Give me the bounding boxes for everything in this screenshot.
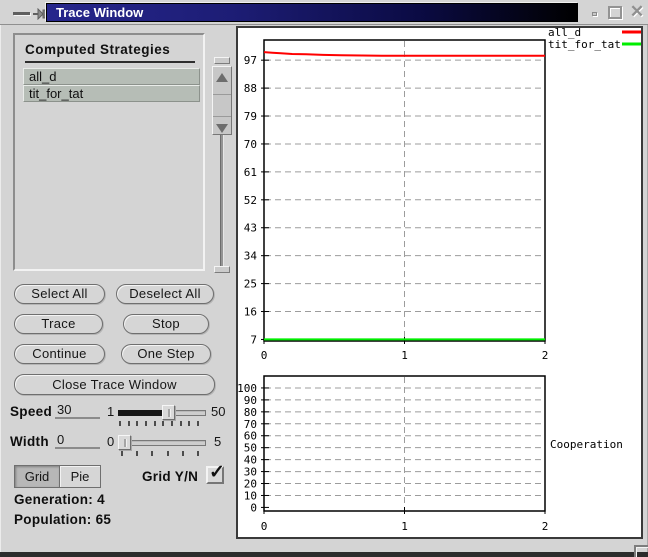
speed-label: Speed	[10, 404, 52, 419]
speed-slider-ticks	[119, 421, 199, 426]
pie-view-button[interactable]: Pie	[59, 465, 101, 488]
list-item-all-d[interactable]: all_d	[23, 68, 200, 85]
window-title-box[interactable]: Trace Window	[46, 3, 578, 22]
population-label: Population:	[14, 512, 92, 527]
speed-min-label: 1	[107, 404, 114, 419]
trace-window: Trace Window ✕ Computed Strategies all_d…	[0, 0, 648, 557]
x-tick-label: 1	[401, 349, 408, 362]
window-title: Trace Window	[56, 5, 143, 20]
width-slider-track[interactable]	[118, 440, 206, 446]
close-icon[interactable]: ✕	[628, 2, 646, 22]
strategies-listbox: Computed Strategies all_d tit_for_tat	[13, 33, 205, 271]
trace-button[interactable]: Trace	[14, 314, 103, 334]
y-tick-label: 79	[244, 110, 257, 123]
scrollbar-up-button[interactable]	[213, 73, 231, 95]
width-slider-thumb[interactable]	[118, 435, 131, 450]
cooperation-label: Cooperation	[550, 438, 623, 451]
generation-status: Generation: 4	[14, 492, 105, 507]
generation-label: Generation:	[14, 492, 93, 507]
y-tick-label: 34	[244, 250, 258, 263]
x-tick-label: 0	[261, 349, 268, 362]
deselect-all-button[interactable]: Deselect All	[116, 284, 214, 304]
scrollbar-elevator[interactable]	[212, 66, 232, 135]
continue-button[interactable]: Continue	[14, 344, 105, 364]
titlebar: Trace Window ✕	[0, 0, 648, 25]
scrollbar-bottom-anchor[interactable]	[214, 266, 230, 273]
one-step-button[interactable]: One Step	[121, 344, 211, 364]
grid-view-button[interactable]: Grid	[14, 465, 60, 488]
window-bottom-edge	[0, 552, 648, 557]
legend-label-tit_for_tat: tit_for_tat	[548, 38, 621, 51]
header-rule	[25, 61, 195, 63]
width-max-label: 5	[214, 434, 221, 449]
stop-button[interactable]: Stop	[123, 314, 209, 334]
x-tick-label: 1	[401, 520, 408, 533]
grid-yn-checkbox[interactable]	[206, 466, 224, 484]
y-tick-label: 0	[250, 501, 257, 514]
y-tick-label: 52	[244, 194, 257, 207]
width-slider-ticks	[121, 451, 199, 456]
speed-field[interactable]: 30	[55, 402, 100, 419]
width-min-label: 0	[107, 434, 114, 449]
population-value: 65	[96, 512, 112, 527]
charts-svg: 978879706152433425167012all_dtit_for_tat…	[238, 28, 641, 537]
maximize-icon[interactable]	[608, 6, 622, 19]
y-tick-label: 97	[244, 54, 257, 67]
x-tick-label: 2	[542, 349, 549, 362]
scrollbar-top-anchor[interactable]	[214, 57, 230, 64]
width-label: Width	[10, 434, 49, 449]
population-status: Population: 65	[14, 512, 111, 527]
y-tick-label: 61	[244, 166, 257, 179]
resize-corner-handle[interactable]	[634, 545, 648, 557]
generation-value: 4	[97, 492, 105, 507]
arrow-up-icon	[216, 73, 228, 82]
y-tick-label: 7	[250, 333, 257, 346]
x-tick-label: 2	[542, 520, 549, 533]
speed-max-label: 50	[211, 404, 225, 419]
list-item-tit-for-tat[interactable]: tit_for_tat	[23, 85, 200, 102]
y-tick-label: 88	[244, 82, 257, 95]
y-tick-label: 43	[244, 222, 257, 235]
strategies-header: Computed Strategies	[25, 42, 170, 57]
select-all-button[interactable]: Select All	[14, 284, 105, 304]
speed-slider-fill	[118, 410, 168, 416]
x-tick-label: 0	[261, 520, 268, 533]
plot-panel: 978879706152433425167012all_dtit_for_tat…	[236, 26, 643, 539]
speed-slider-thumb[interactable]	[162, 405, 175, 420]
scrollbar-drag-box[interactable]	[213, 95, 231, 117]
arrow-down-icon	[216, 124, 228, 133]
y-tick-label: 70	[244, 138, 257, 151]
grid-yn-label: Grid Y/N	[142, 469, 198, 484]
width-field[interactable]: 0	[55, 432, 100, 449]
minimize-icon[interactable]	[13, 12, 30, 15]
window-menu-dot-icon[interactable]	[592, 12, 597, 16]
scrollbar-cable[interactable]	[220, 135, 224, 266]
y-tick-label: 16	[244, 306, 257, 319]
y-tick-label: 25	[244, 278, 257, 291]
close-trace-window-button[interactable]: Close Trace Window	[14, 374, 215, 395]
